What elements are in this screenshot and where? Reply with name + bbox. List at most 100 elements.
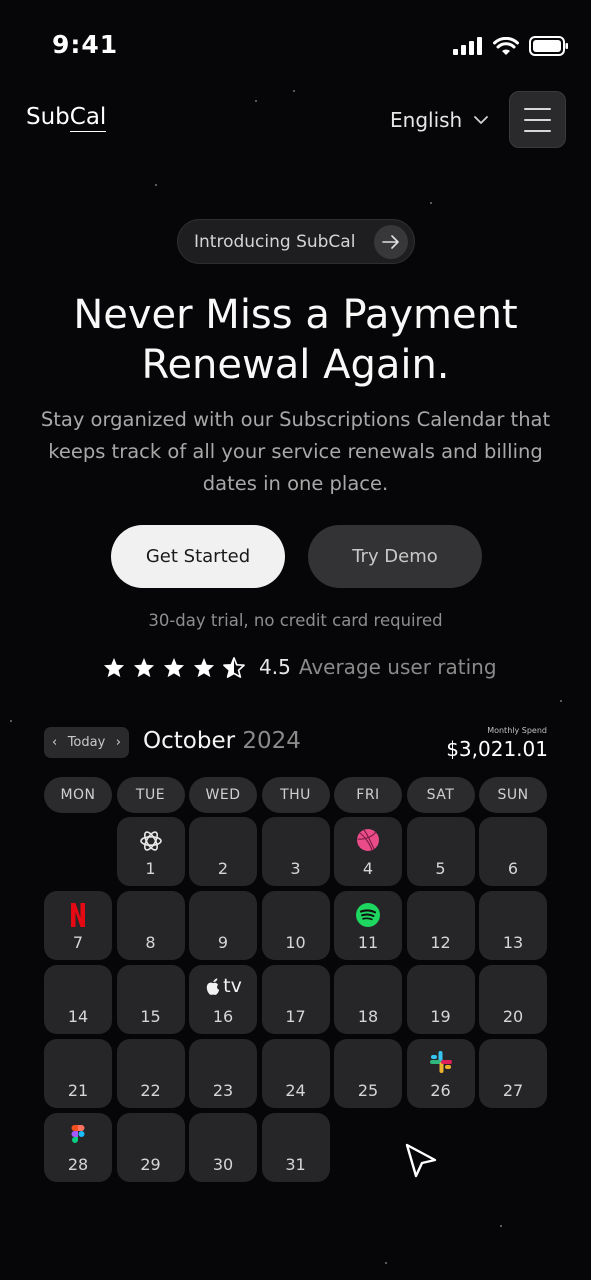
day-number: 12 [430, 933, 451, 952]
weekday-label: SUN [479, 777, 547, 813]
star-icon [103, 657, 125, 677]
arrow-right-icon [374, 225, 408, 259]
calendar-day-15[interactable]: 15 [116, 965, 185, 1034]
cellular-signal-icon [453, 37, 482, 55]
hamburger-icon [524, 107, 551, 110]
hero-title: Never Miss a Payment Renewal Again. [0, 290, 591, 390]
hero-title-line1: Never Miss a Payment [73, 292, 518, 338]
empty-day-cell [44, 817, 112, 886]
calendar-day-13[interactable]: 13 [479, 891, 547, 960]
status-time: 9:41 [52, 30, 119, 59]
day-number: 15 [140, 1007, 161, 1026]
calendar-day-12[interactable]: 12 [406, 891, 475, 960]
try-demo-button[interactable]: Try Demo [308, 525, 482, 588]
day-number: 24 [285, 1081, 306, 1100]
weekday-label: THU [261, 777, 330, 813]
calendar-day-3[interactable]: 3 [261, 817, 330, 886]
calendar-day-9[interactable]: 9 [189, 891, 257, 960]
today-button[interactable]: Today [68, 735, 106, 750]
day-number: 10 [285, 933, 306, 952]
mouse-pointer-icon [405, 1143, 437, 1178]
day-number: 20 [502, 1007, 524, 1026]
language-label: English [390, 108, 463, 132]
day-number: 13 [502, 933, 524, 952]
calendar-day-18[interactable]: 18 [334, 965, 402, 1034]
star-icon [133, 657, 155, 677]
introducing-pill[interactable]: Introducing SubCal [177, 219, 415, 264]
calendar-day-27[interactable]: 27 [479, 1039, 547, 1108]
calendar-day-19[interactable]: 19 [406, 965, 475, 1034]
day-number: 5 [435, 859, 446, 878]
menu-button[interactable] [509, 91, 566, 148]
calendar-day-16[interactable]: tv 16 [189, 965, 257, 1034]
user-rating: 4.5 Average user rating [103, 655, 497, 679]
day-number: 14 [67, 1007, 89, 1026]
day-number: 22 [140, 1081, 161, 1100]
calendar-day-17[interactable]: 17 [261, 965, 330, 1034]
hero-subtitle: Stay organized with our Subscriptions Ca… [40, 408, 551, 495]
wifi-icon [493, 36, 519, 55]
calendar-day-21[interactable]: 21 [44, 1039, 112, 1108]
chevron-down-icon [474, 115, 489, 124]
day-number: 11 [357, 933, 379, 952]
monthly-spend-value: $3,021.01 [446, 737, 548, 761]
day-number: 26 [430, 1081, 451, 1100]
slack-icon [429, 1050, 453, 1074]
month-name: October [143, 728, 236, 754]
rating-value: 4.5 [259, 655, 291, 679]
calendar-day-6[interactable]: 6 [479, 817, 547, 886]
calendar-day-22[interactable]: 22 [116, 1039, 185, 1108]
calendar-day-10[interactable]: 10 [261, 891, 330, 960]
weekday-label: MON [44, 777, 112, 813]
openai-icon [138, 828, 164, 854]
day-number: 30 [212, 1155, 234, 1174]
calendar-day-11[interactable]: 11 [334, 891, 402, 960]
prev-month-button[interactable]: ‹ [52, 735, 57, 750]
intro-pill-text: Introducing SubCal [194, 231, 356, 252]
weekday-header: MON TUE WED THU FRI SAT SUN [44, 777, 549, 813]
calendar-day-20[interactable]: 20 [479, 965, 547, 1034]
language-selector[interactable]: English [390, 108, 489, 132]
calendar-day-7[interactable]: 7 [44, 891, 112, 960]
day-number: 16 [212, 1007, 234, 1026]
spotify-icon [355, 902, 381, 928]
get-started-button[interactable]: Get Started [111, 525, 285, 588]
figma-icon [71, 1124, 85, 1145]
hero-title-line2: Renewal Again. [141, 342, 450, 388]
day-number: 7 [72, 933, 84, 952]
day-number: 21 [67, 1081, 89, 1100]
calendar-day-30[interactable]: 30 [189, 1113, 257, 1182]
calendar-day-29[interactable]: 29 [116, 1113, 185, 1182]
calendar-day-1[interactable]: 1 [116, 817, 185, 886]
weekday-label: SAT [406, 777, 475, 813]
calendar-day-4[interactable]: 4 [334, 817, 402, 886]
day-number: 19 [430, 1007, 451, 1026]
calendar-day-14[interactable]: 14 [44, 965, 112, 1034]
calendar-day-26[interactable]: 26 [406, 1039, 475, 1108]
calendar-day-8[interactable]: 8 [116, 891, 185, 960]
calendar-day-23[interactable]: 23 [189, 1039, 257, 1108]
logo[interactable]: SubCal [26, 104, 107, 132]
calendar-day-5[interactable]: 5 [406, 817, 475, 886]
weekday-label: FRI [334, 777, 402, 813]
calendar-grid: 1 2 3 4 5 6 7 8 9 10 11 12 13 14 15 tv 16 17 18 19 20 21 22 23 2… [44, 817, 549, 1182]
next-month-button[interactable]: › [116, 735, 121, 750]
calendar-day-24[interactable]: 24 [261, 1039, 330, 1108]
calendar-day-2[interactable]: 2 [189, 817, 257, 886]
day-number: 25 [357, 1081, 379, 1100]
rating-stars [103, 656, 245, 678]
day-number: 23 [212, 1081, 234, 1100]
day-number: 28 [67, 1155, 89, 1174]
status-icons [453, 36, 569, 56]
calendar-day-28[interactable]: 28 [44, 1113, 112, 1182]
day-number: 31 [285, 1155, 306, 1174]
netflix-icon [69, 902, 87, 928]
calendar-nav: ‹ Today › [44, 727, 129, 758]
day-number: 1 [145, 859, 156, 878]
apple-tv-icon: tv [204, 976, 242, 996]
star-half-icon [223, 656, 245, 678]
day-number: 3 [290, 859, 301, 878]
calendar-day-25[interactable]: 25 [334, 1039, 402, 1108]
calendar-day-31[interactable]: 31 [261, 1113, 330, 1182]
month-title: October 2024 [143, 728, 301, 754]
